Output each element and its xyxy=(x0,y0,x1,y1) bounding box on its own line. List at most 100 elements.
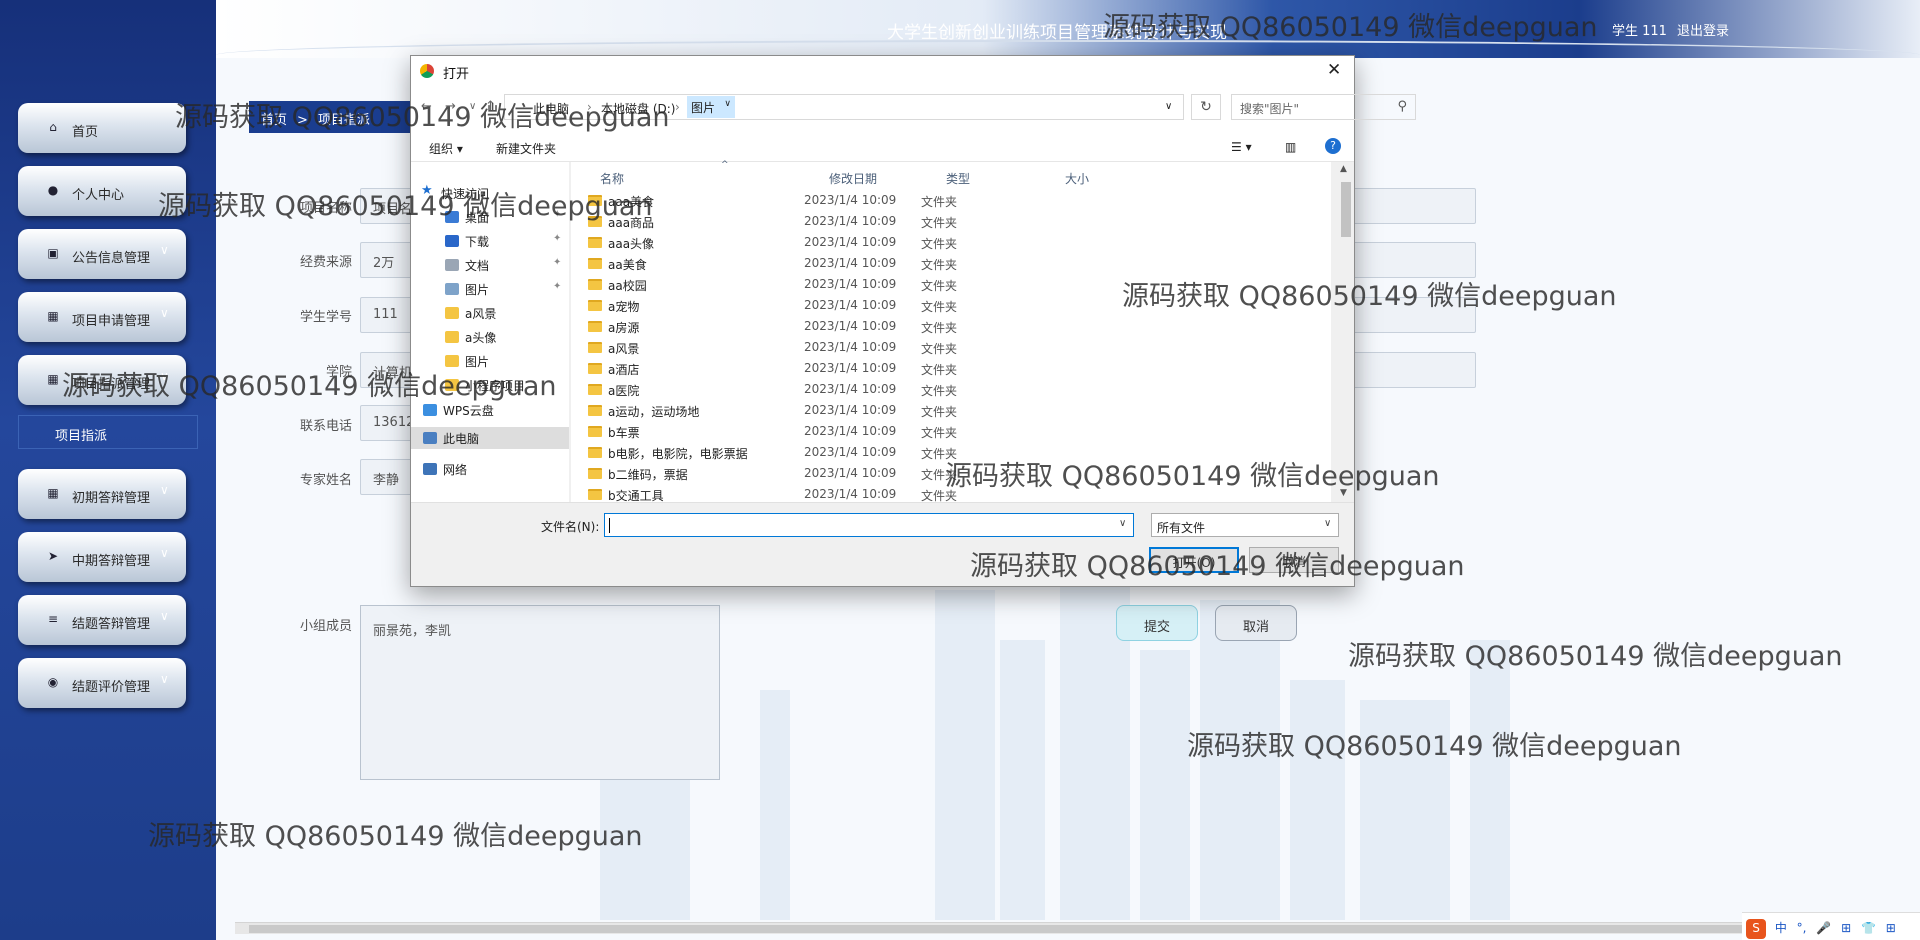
refresh-icon[interactable]: ↻ xyxy=(1191,94,1221,120)
sidebar-item-3[interactable]: ▣ 公告信息管理 ∨ xyxy=(18,229,186,279)
microphone-icon[interactable]: 🎤 xyxy=(1816,921,1831,935)
nav-item[interactable]: 桌面 ✦ xyxy=(411,206,569,228)
file-row[interactable]: a风景 2023/1/4 10:09 文件夹 xyxy=(576,337,1176,358)
file-list-scrollbar[interactable]: ▲ ▼ xyxy=(1337,162,1354,502)
scroll-down-icon[interactable]: ▼ xyxy=(1340,488,1347,498)
sidebar-item-4[interactable]: ▦ 项目申请管理 ∨ xyxy=(18,292,186,342)
file-date: 2023/1/4 10:09 xyxy=(804,319,897,333)
nav-item[interactable]: 图片 xyxy=(411,350,569,372)
file-open-dialog: 打开 ✕ ← → ∨ ↑ 此电脑 › 本地磁盘 (D:) › 图片 ∨ ∨ ↻ 搜… xyxy=(410,55,1416,587)
crumb-drive-d[interactable]: 本地磁盘 (D:) xyxy=(601,100,675,117)
file-name: aaa美食 xyxy=(608,195,655,209)
column-size[interactable]: 大小 xyxy=(1065,170,1089,187)
crumb-pictures[interactable]: 图片 ∨ xyxy=(687,96,736,118)
file-row[interactable]: aa美食 2023/1/4 10:09 文件夹 xyxy=(576,253,1176,274)
sidebar-item-7[interactable]: ➤ 中期答辩管理 ∨ xyxy=(18,532,186,582)
text-caret xyxy=(609,518,610,533)
organize-menu[interactable]: 组织 ▾ xyxy=(429,140,463,157)
address-dropdown-icon[interactable]: ∨ xyxy=(1165,101,1172,112)
help-icon[interactable]: ? xyxy=(1325,138,1341,154)
view-options-icon[interactable]: ☰ ▾ xyxy=(1231,140,1252,154)
folder-icon xyxy=(445,331,459,343)
breadcrumb-home[interactable]: 首页 xyxy=(261,113,287,128)
skin-icon[interactable]: 👕 xyxy=(1861,921,1876,935)
address-bar[interactable]: 此电脑 › 本地磁盘 (D:) › 图片 ∨ ∨ xyxy=(504,94,1184,120)
sidebar-item-label: 中期答辩管理 xyxy=(72,554,151,569)
new-folder-button[interactable]: 新建文件夹 xyxy=(496,140,556,157)
nav-item[interactable]: 下载 ✦ xyxy=(411,230,569,252)
filename-input[interactable]: ∨ xyxy=(604,513,1134,537)
nav-item[interactable]: ★ 快速访问 xyxy=(411,182,569,204)
file-row[interactable]: aa校园 2023/1/4 10:09 文件夹 xyxy=(576,274,1176,295)
file-row[interactable]: b二维码，票据 2023/1/4 10:09 文件夹 xyxy=(576,463,1176,484)
file-row[interactable]: aaa商品 2023/1/4 10:09 文件夹 xyxy=(576,211,1176,232)
folder-icon xyxy=(588,447,602,458)
sidebar-item-2[interactable]: ● 个人中心 xyxy=(18,166,186,216)
submit-button[interactable]: 提交 xyxy=(1116,605,1198,641)
file-row[interactable]: b电影，电影院，电影票据 2023/1/4 10:09 文件夹 xyxy=(576,442,1176,463)
nav-item[interactable]: 图片 ✦ xyxy=(411,278,569,300)
file-type: 文件夹 xyxy=(921,363,958,377)
horizontal-scrollbar[interactable] xyxy=(235,922,1920,934)
sidebar-item-5[interactable]: ▦ 项目指派管理 ∨ xyxy=(18,355,186,405)
toolbox-icon[interactable]: ⊞ xyxy=(1886,921,1896,935)
sidebar-item-9[interactable]: ◉ 结题评价管理 ∨ xyxy=(18,658,186,708)
chevron-down-icon[interactable]: ∨ xyxy=(724,99,731,109)
file-row[interactable]: aaa头像 2023/1/4 10:09 文件夹 xyxy=(576,232,1176,253)
nav-item[interactable]: 此电脑 xyxy=(411,427,569,449)
grid-icon: ▦ xyxy=(47,372,59,386)
dialog-cancel-button[interactable]: 取消 xyxy=(1249,547,1339,573)
back-arrow-icon[interactable]: ← xyxy=(421,99,432,114)
column-date[interactable]: 修改日期 xyxy=(829,170,877,187)
file-row[interactable]: b车票 2023/1/4 10:09 文件夹 xyxy=(576,421,1176,442)
crumb-this-pc[interactable]: 此电脑 xyxy=(533,100,569,117)
scroll-up-icon[interactable]: ▲ xyxy=(1340,164,1347,174)
nav-item[interactable]: a风景 xyxy=(411,302,569,324)
preview-pane-icon[interactable]: ▥ xyxy=(1285,140,1296,154)
column-name[interactable]: 名称 xyxy=(600,170,624,187)
crumb-separator-icon: › xyxy=(587,100,592,114)
scrollbar-thumb[interactable] xyxy=(1341,182,1351,237)
nav-item-label: 图片 xyxy=(465,283,490,297)
file-row[interactable]: a宠物 2023/1/4 10:09 文件夹 xyxy=(576,295,1176,316)
sort-up-icon: ^ xyxy=(721,160,729,170)
home-icon: ⌂ xyxy=(49,120,57,134)
forward-arrow-icon[interactable]: → xyxy=(445,99,456,114)
sidebar-item-8[interactable]: ≡ 结题答辩管理 ∨ xyxy=(18,595,186,645)
sidebar-item-1[interactable]: ⌂ 首页 xyxy=(18,103,186,153)
file-row[interactable]: a酒店 2023/1/4 10:09 文件夹 xyxy=(576,358,1176,379)
file-date: 2023/1/4 10:09 xyxy=(804,382,897,396)
scrollbar-thumb[interactable] xyxy=(249,925,1889,933)
search-input[interactable]: 搜索"图片" ⚲ xyxy=(1231,94,1416,120)
file-row[interactable]: aaa美食 2023/1/4 10:09 文件夹 xyxy=(576,190,1176,211)
cancel-button[interactable]: 取消 xyxy=(1215,605,1297,641)
filetype-select[interactable]: 所有文件 ∨ xyxy=(1151,513,1339,537)
chevron-down-icon: ∨ xyxy=(160,546,169,560)
sidebar-subitem-project-assign[interactable]: 项目指派 xyxy=(18,415,198,449)
file-row[interactable]: a医院 2023/1/4 10:09 文件夹 xyxy=(576,379,1176,400)
sogou-icon[interactable]: S xyxy=(1746,919,1766,939)
folder-icon xyxy=(588,258,602,269)
members-textarea[interactable]: 丽景苑，李凯 xyxy=(360,605,720,780)
chevron-down-icon[interactable]: ∨ xyxy=(1119,518,1126,529)
nav-item[interactable]: WPS云盘 xyxy=(411,399,569,421)
up-arrow-icon[interactable]: ↑ xyxy=(485,99,496,114)
sidebar-item-6[interactable]: ▦ 初期答辩管理 ∨ xyxy=(18,469,186,519)
filetype-value: 所有文件 xyxy=(1157,521,1206,535)
nav-item[interactable]: 文档 ✦ xyxy=(411,254,569,276)
ime-toolbar[interactable]: S 中 °, 🎤 ⊞ 👕 ⊞ xyxy=(1742,912,1920,940)
ime-mode[interactable]: 中 xyxy=(1775,919,1787,936)
column-type[interactable]: 类型 xyxy=(946,170,970,187)
app-title: 大学生创新创业训练项目管理系统设计与实现 xyxy=(887,23,1227,43)
recent-dropdown-icon[interactable]: ∨ xyxy=(469,101,476,112)
close-icon[interactable]: ✕ xyxy=(1327,60,1341,80)
open-button[interactable]: 打开(O) xyxy=(1149,547,1239,573)
keyboard-icon[interactable]: ⊞ xyxy=(1841,921,1851,935)
file-row[interactable]: a房源 2023/1/4 10:09 文件夹 xyxy=(576,316,1176,337)
logout-link[interactable]: 退出登录 xyxy=(1677,20,1729,39)
file-row[interactable]: a运动，运动场地 2023/1/4 10:09 文件夹 xyxy=(576,400,1176,421)
nav-item[interactable]: a头像 xyxy=(411,326,569,348)
ime-punct[interactable]: °, xyxy=(1797,921,1807,935)
nav-item[interactable]: 小程序项目 xyxy=(411,374,569,396)
nav-item[interactable]: 网络 xyxy=(411,458,569,480)
